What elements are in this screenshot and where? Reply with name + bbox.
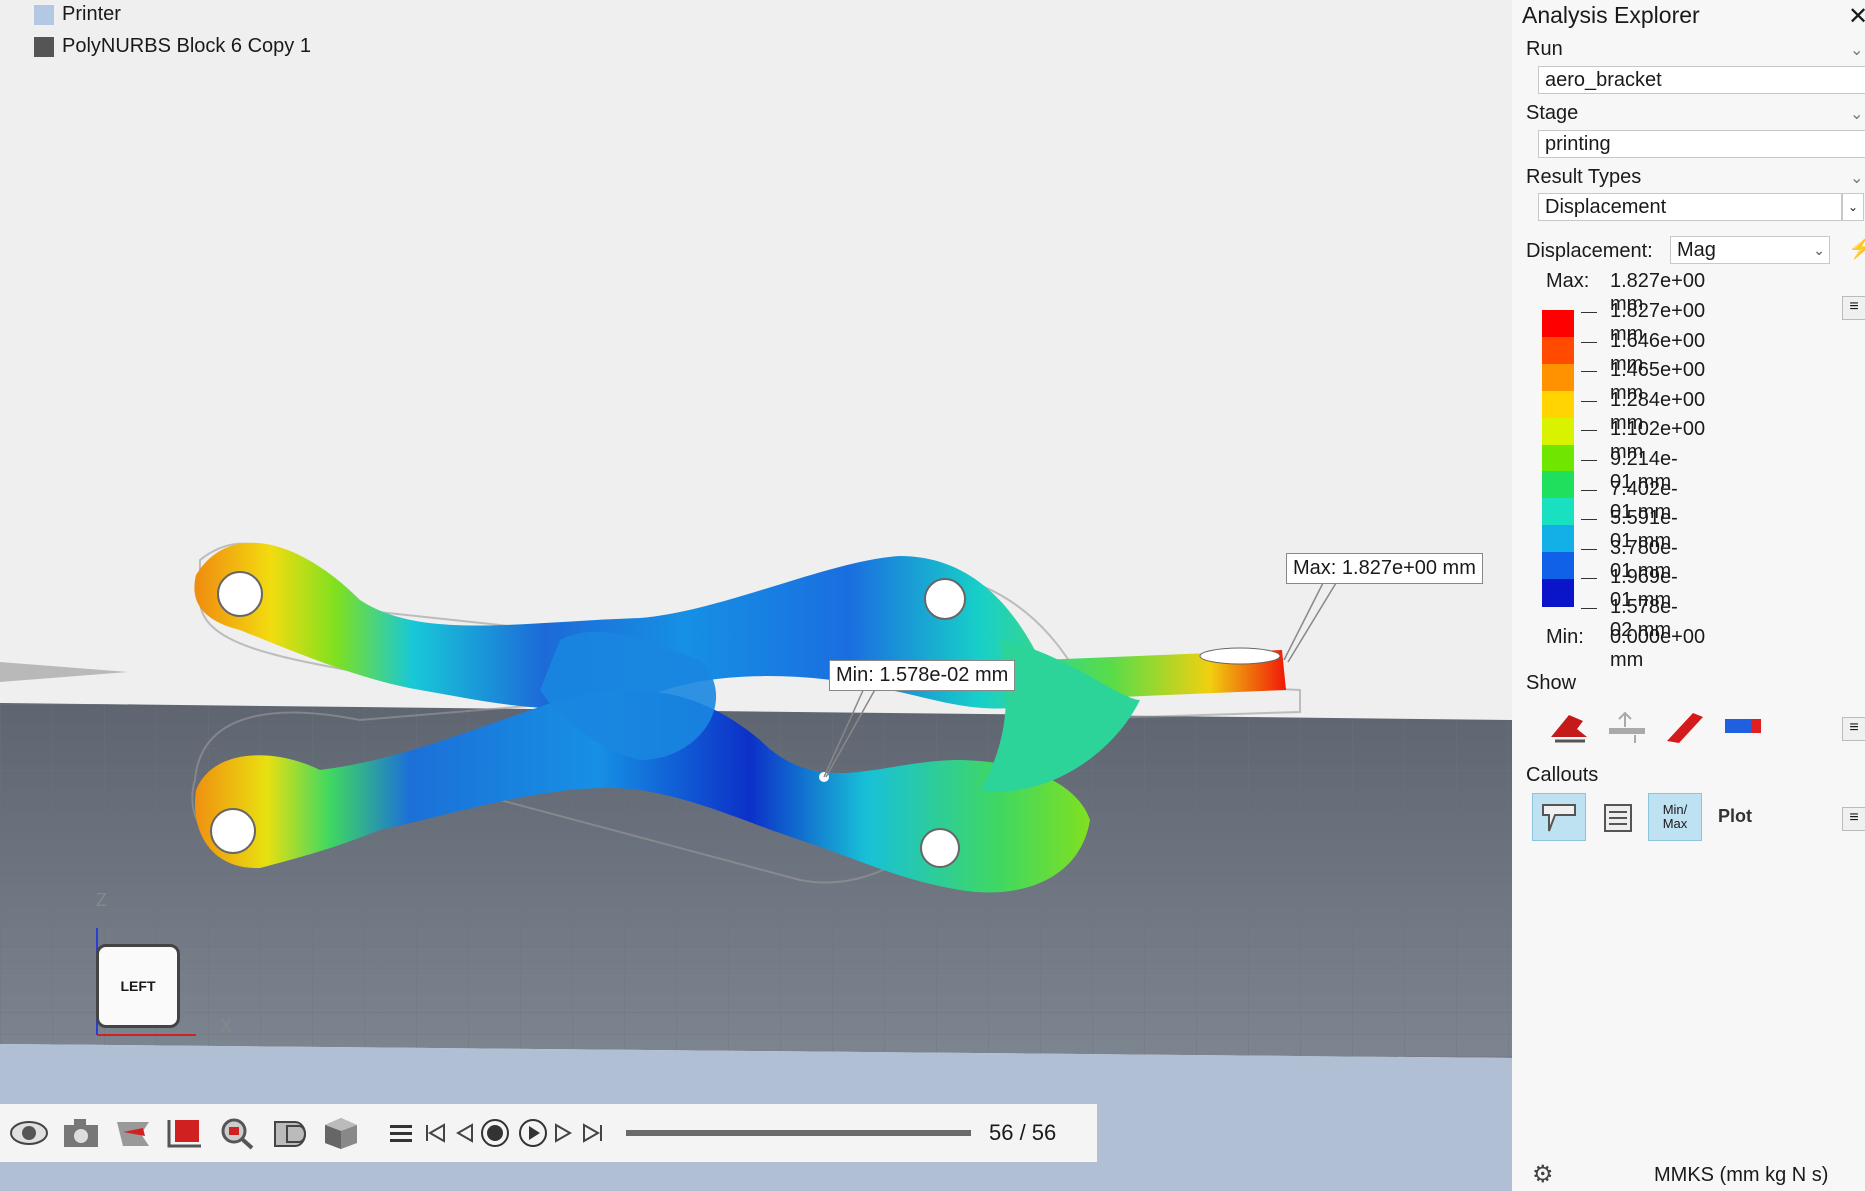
tick-mark [1581,489,1597,491]
tick-mark [1581,608,1597,609]
color-legend-segment [1542,444,1574,473]
color-legend-segment [1542,471,1574,500]
tick-mark [1581,548,1597,550]
tick-mark [1581,341,1597,343]
color-legend-segment [1542,579,1574,607]
color-legend-bar [1542,310,1574,607]
lightning-icon[interactable]: ⚡ [1848,236,1865,261]
stop-icon[interactable] [480,1113,510,1153]
timeline-slider[interactable] [626,1130,971,1136]
tick-mark [1581,430,1597,432]
colorbar-min-value: 0.000e+00 mm [1610,626,1706,671]
minmax-callout-button[interactable]: Min/ Max [1648,793,1702,841]
colorbar-menu-button[interactable]: ≡ [1842,296,1865,320]
color-legend-segment [1542,552,1574,581]
eye-icon[interactable] [6,1110,52,1156]
tick-mark [1581,578,1597,580]
color-legend-segment [1542,336,1574,365]
timeline-slider-fill [626,1130,971,1136]
chevron-down-icon: ⌄ [1813,242,1825,258]
step-forward-icon[interactable] [548,1113,578,1153]
minmax-label: Min/ Max [1662,802,1688,831]
hamburger-icon[interactable] [386,1113,416,1153]
step-back-icon[interactable] [450,1113,480,1153]
view-cube-label: LEFT [120,978,156,994]
legend-item-polynurbs: PolyNURBS Block 6 Copy 1 [34,35,311,58]
tick-mark [1581,312,1597,313]
show-label: Show [1526,672,1577,694]
axis-z-label: Z [96,890,107,910]
panel-title: Analysis Explorer [1522,2,1700,28]
stage-label: Stage [1526,102,1579,124]
bounding-box-icon[interactable] [1716,702,1770,750]
vectors-icon[interactable] [1600,702,1654,750]
viewport-toolbar: 56 / 56 [0,1104,1097,1162]
view-cube[interactable]: Z X LEFT [86,888,232,1038]
analysis-explorer-panel: Analysis Explorer ✕ Run ⌄ aero_bracket S… [1512,0,1865,1191]
color-legend-segment [1542,310,1574,338]
max-callout[interactable]: Max: 1.827e+00 mm [1286,553,1483,584]
section-cut-icon[interactable] [110,1110,156,1156]
chevron-down-icon[interactable]: ⌄ [1850,40,1863,60]
legend-label: Printer [62,3,121,25]
deformed-shape-icon[interactable] [1542,702,1596,750]
legend-swatch [34,4,54,25]
colorbar-max-label: Max: [1546,270,1590,292]
skip-end-icon[interactable] [578,1113,608,1153]
frame-counter: 56 / 56 [989,1120,1057,1145]
show-menu-button[interactable]: ≡ [1842,717,1865,741]
legend-item-printer: Printer [34,3,121,26]
displacement-label: Displacement: [1526,240,1653,262]
shading-icon[interactable] [266,1110,312,1156]
model-scene[interactable] [0,0,1512,1191]
displacement-component-value: Mag [1677,239,1716,261]
callouts-menu-button[interactable]: ≡ [1842,807,1865,831]
legend-label: PolyNURBS Block 6 Copy 1 [62,35,311,57]
probe-callout-icon[interactable] [1532,793,1586,841]
3d-viewport[interactable]: Printer PolyNURBS Block 6 Copy 1 Max: 1.… [0,0,1512,1191]
chevron-down-icon[interactable]: ⌄ [1850,104,1863,124]
result-type-select[interactable]: Displacement [1538,193,1842,221]
tick-mark [1581,519,1597,521]
color-legend-segment [1542,390,1574,419]
legend-swatch [34,36,54,57]
callouts-label: Callouts [1526,764,1599,786]
table-callout-icon[interactable] [1590,793,1644,841]
result-types-label: Result Types [1526,166,1642,188]
play-icon[interactable] [518,1113,548,1153]
close-icon[interactable]: ✕ [1848,2,1865,31]
bracket-top-arm [194,542,1286,709]
displacement-component-select[interactable]: Mag ⌄ [1670,236,1830,264]
gear-icon[interactable]: ⚙ [1532,1160,1554,1189]
run-label: Run [1526,38,1563,60]
skip-start-icon[interactable] [420,1113,450,1153]
chevron-down-icon[interactable]: ⌄ [1850,168,1863,188]
cube-icon[interactable] [318,1110,364,1156]
frame-icon[interactable] [162,1110,208,1156]
result-type-dropdown-button[interactable]: ⌄ [1842,193,1864,221]
color-legend-segment [1542,363,1574,392]
tick-mark [1581,371,1597,373]
contour-icon[interactable] [1658,702,1712,750]
run-field[interactable]: aero_bracket [1538,66,1865,94]
stage-field[interactable]: printing [1538,130,1865,158]
plot-button[interactable]: Plot [1718,806,1752,827]
view-cube-face[interactable]: LEFT [96,944,180,1028]
units-label: MMKS (mm kg N s) [1654,1164,1829,1186]
axis-x-label: X [220,1016,233,1036]
tick-mark [1581,400,1597,402]
color-legend-segment [1542,498,1574,527]
colorbar-min-label: Min: [1546,626,1584,648]
result-type-value: Displacement [1545,196,1667,218]
camera-icon[interactable] [58,1110,104,1156]
color-legend-segment [1542,525,1574,554]
zoom-icon[interactable] [214,1110,260,1156]
tick-mark [1581,460,1597,461]
color-legend-segment [1542,417,1574,446]
min-callout[interactable]: Min: 1.578e-02 mm [829,660,1016,691]
